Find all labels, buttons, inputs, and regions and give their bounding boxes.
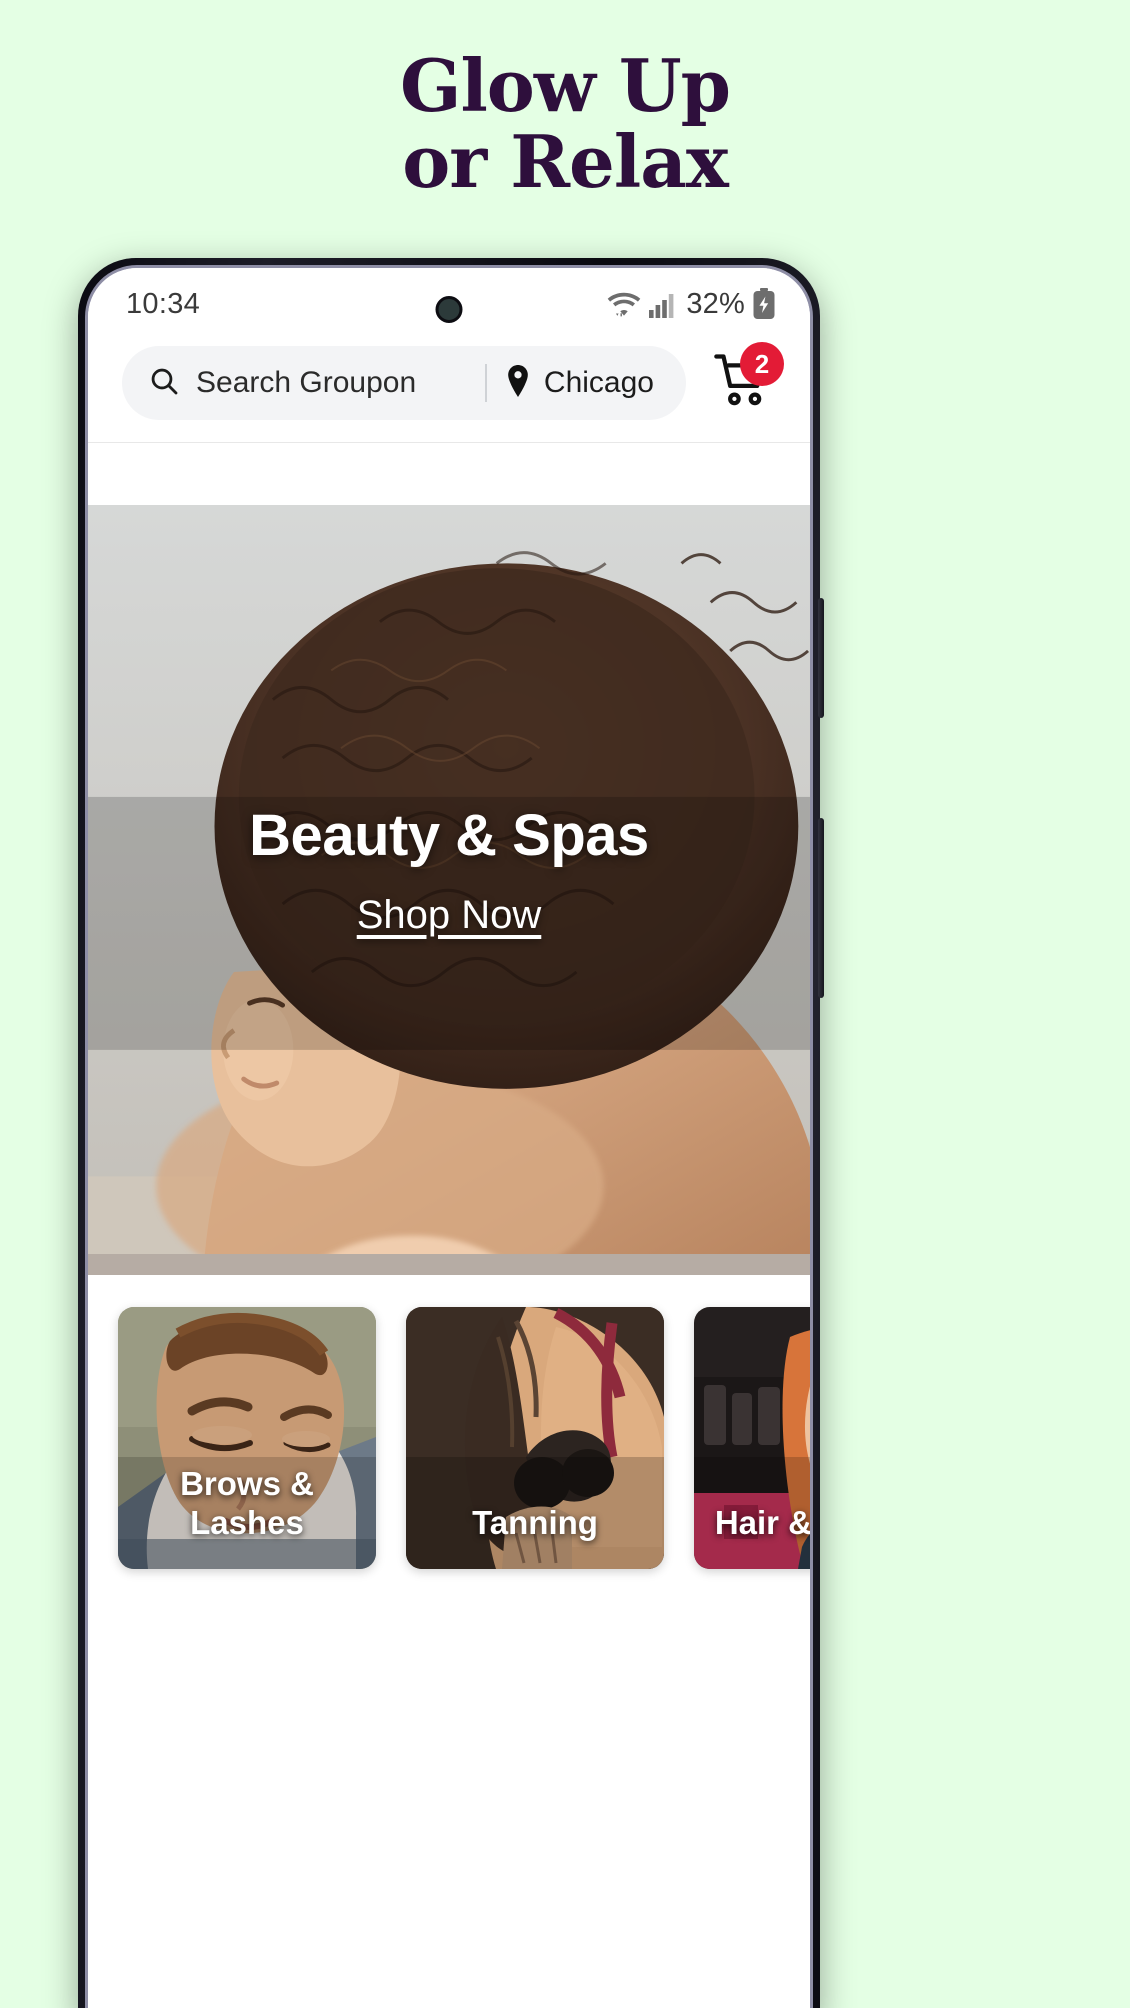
search-divider [484, 364, 487, 402]
shop-now-link[interactable]: Shop Now [357, 893, 542, 938]
phone-volume-button[interactable] [818, 598, 824, 718]
promo-headline-line2: or Relax [402, 119, 729, 205]
front-camera-punchhole [435, 296, 463, 323]
hero-banner[interactable]: Beauty & Spas Shop Now [88, 505, 810, 1275]
search-icon [148, 365, 180, 402]
category-card-tanning[interactable]: Tanning [406, 1307, 664, 1569]
phone-mockup: 10:34 32% Search Groupon Chicago 2 Beaut… [78, 258, 824, 2008]
search-input[interactable]: Search Groupon [148, 365, 467, 402]
category-card-row[interactable]: Brows & Lashes Tanning Hair & [118, 1307, 810, 1569]
category-card-hair-styling[interactable]: Hair & Styling [694, 1307, 810, 1569]
cart-button[interactable]: 2 [704, 342, 784, 420]
promo-headline: Glow Up or Relax [0, 43, 1130, 205]
cellular-signal-icon [648, 289, 676, 319]
promo-headline-line1: Glow Up [399, 43, 731, 128]
wifi-icon [607, 289, 641, 319]
phone-screen: 10:34 32% Search Groupon Chicago 2 Beaut… [88, 268, 810, 2008]
status-bar: 10:34 32% [88, 268, 810, 340]
category-section: Brows & Lashes Tanning Hair & [88, 1275, 810, 2008]
search-placeholder-text: Search Groupon [196, 366, 417, 399]
location-label: Chicago [543, 366, 654, 399]
app-header: Search Groupon Chicago 2 [88, 340, 810, 443]
hero-overlay: Beauty & Spas Shop Now [88, 505, 810, 1275]
header-spacer [88, 443, 810, 505]
status-bar-icons: 32% [607, 288, 776, 321]
phone-bezel: 10:34 32% Search Groupon Chicago 2 Beaut… [85, 265, 813, 2008]
search-bar[interactable]: Search Groupon Chicago [122, 346, 686, 420]
battery-percent-label: 32% [686, 287, 745, 320]
hero-title: Beauty & Spas [249, 803, 649, 868]
battery-charging-icon [752, 288, 776, 320]
category-label: Tanning [472, 1504, 598, 1542]
category-card-brows-lashes[interactable]: Brows & Lashes [118, 1307, 376, 1569]
cart-badge-count: 2 [740, 342, 784, 386]
status-bar-time: 10:34 [126, 287, 201, 320]
category-label: Hair & Styling [714, 1504, 810, 1542]
category-label: Brows & Lashes [180, 1465, 314, 1542]
location-pin-icon [505, 364, 531, 402]
phone-power-button[interactable] [818, 818, 824, 998]
location-selector[interactable]: Chicago [505, 364, 660, 402]
